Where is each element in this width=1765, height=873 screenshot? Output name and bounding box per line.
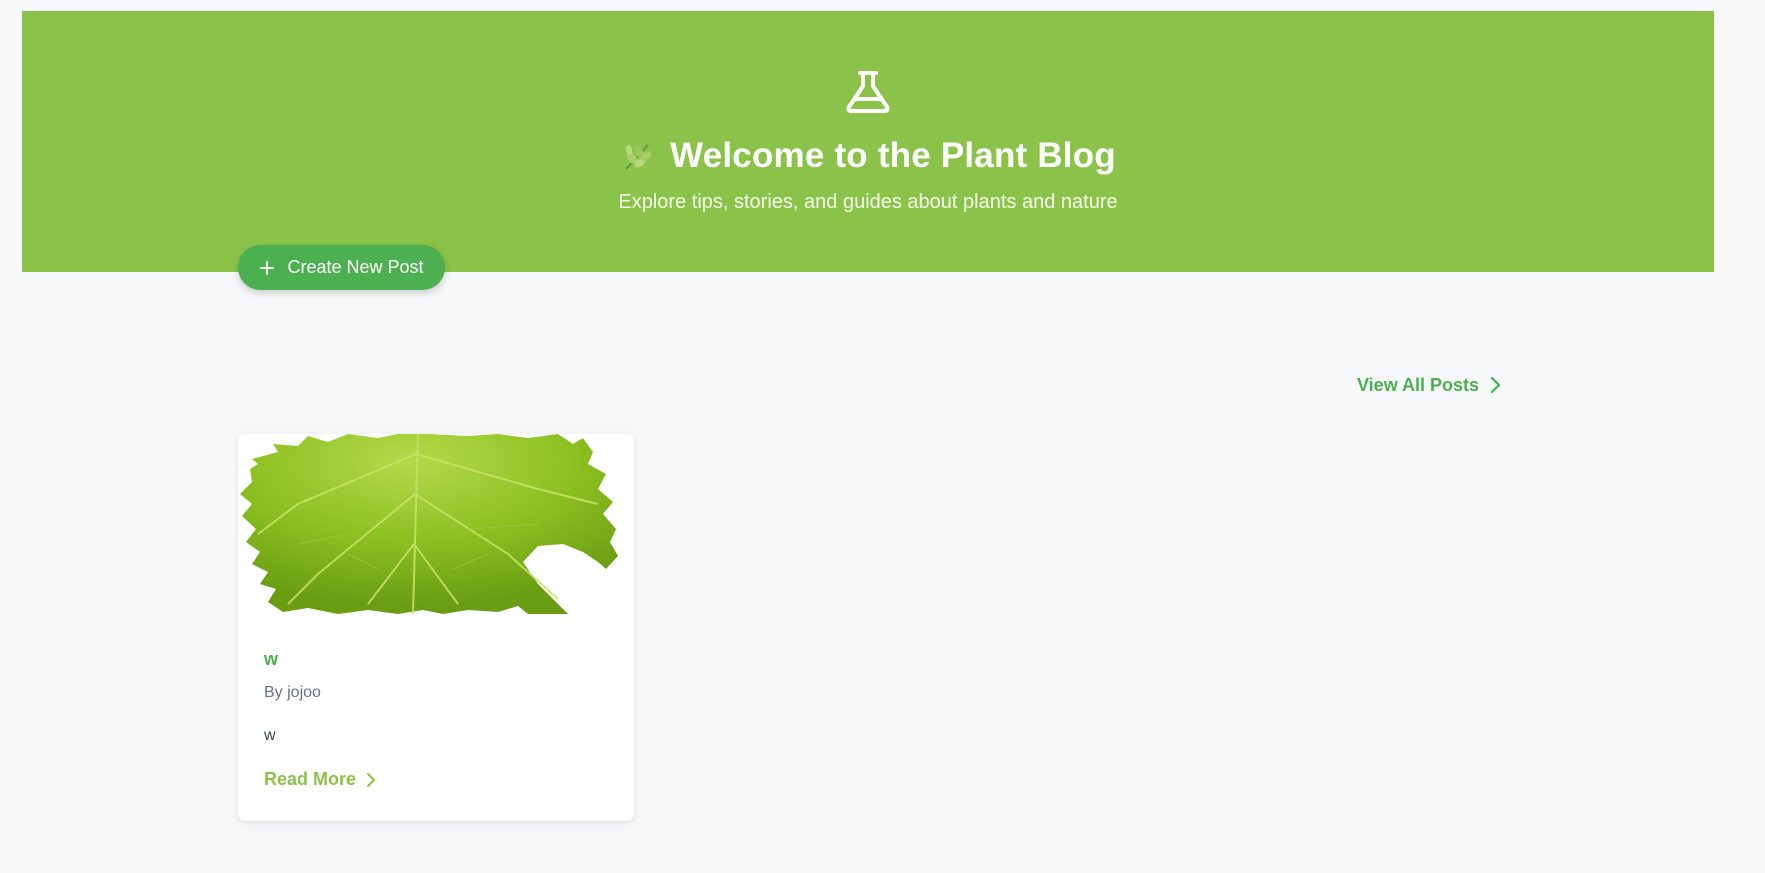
post-excerpt: w: [264, 727, 276, 744]
hero-title-text: Welcome to the Plant Blog: [670, 136, 1116, 175]
post-author: By jojoo: [264, 684, 321, 701]
post-card[interactable]: w By jojoo w Read More: [238, 434, 634, 821]
view-all-posts-label: View All Posts: [1357, 374, 1480, 395]
chevron-right-icon: [1490, 376, 1501, 394]
page-title: Welcome to the Plant Blog: [620, 136, 1116, 176]
hero-title-row: Welcome to the Plant Blog: [0, 136, 1736, 176]
flask-icon: [846, 71, 890, 113]
create-new-post-button[interactable]: Create New Post: [238, 245, 445, 290]
herb-leaf-icon: [625, 144, 652, 170]
create-new-post-label: Create New Post: [287, 257, 424, 277]
post-title[interactable]: w: [264, 649, 278, 670]
hero-subtitle: Explore tips, stories, and guides about …: [618, 191, 1118, 213]
chevron-right-icon: [367, 772, 376, 787]
read-more-label: Read More: [264, 769, 357, 789]
read-more-link[interactable]: Read More: [264, 769, 376, 790]
green-leaf-image: [238, 434, 634, 614]
view-all-posts-link[interactable]: View All Posts: [1357, 371, 1501, 399]
plus-icon: [260, 260, 275, 275]
